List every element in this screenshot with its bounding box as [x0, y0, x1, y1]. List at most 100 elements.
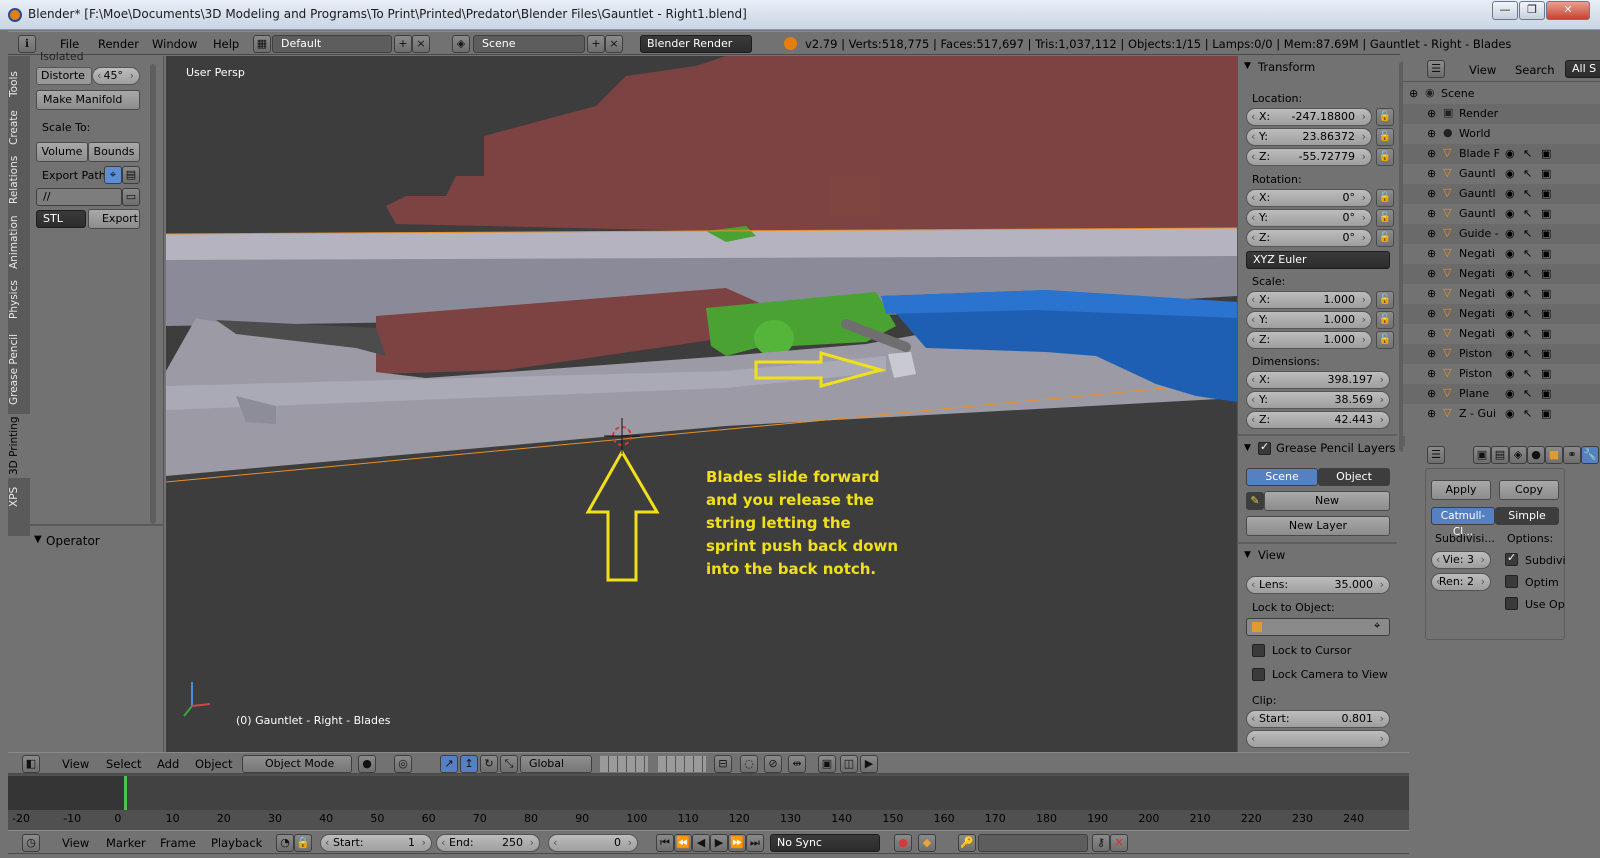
remove-scene-icon[interactable]: × — [605, 35, 623, 53]
visibility-eye-icon[interactable]: ◉ — [1505, 387, 1515, 400]
render-camera-icon[interactable]: ▣ — [1541, 187, 1551, 200]
scene-field[interactable]: Scene — [473, 35, 585, 53]
select-cursor-icon[interactable]: ↖ — [1523, 227, 1532, 240]
expand-icon[interactable]: ⊕ — [1427, 167, 1436, 180]
expand-icon[interactable]: ⊕ — [1427, 147, 1436, 160]
menu-add[interactable]: Add — [157, 757, 179, 771]
jump-start-icon[interactable]: ⏮ — [656, 834, 674, 852]
eyedropper-icon[interactable]: ⌖ — [1374, 619, 1380, 633]
tab-animation[interactable]: Animation — [8, 211, 30, 273]
outliner-row[interactable]: ⊕ ▽ Negati ◉ ↖ ▣ — [1403, 304, 1600, 324]
select-cursor-icon[interactable]: ↖ — [1523, 187, 1532, 200]
editor-type-icon[interactable]: ◷ — [22, 834, 40, 852]
expand-icon[interactable]: ⊕ — [1427, 267, 1436, 280]
menu-view[interactable]: View — [62, 836, 89, 850]
outliner-row[interactable]: ⊕ ▽ Z - Gui ◉ ↖ ▣ — [1403, 404, 1600, 424]
outliner-row[interactable]: ⊕ ▽ Negati ◉ ↖ ▣ — [1403, 284, 1600, 304]
manipulator-icon[interactable]: ↗ — [440, 755, 458, 773]
eyedropper-icon[interactable]: ⌖ — [104, 166, 122, 184]
add-scene-icon[interactable]: + — [587, 35, 605, 53]
select-cursor-icon[interactable]: ↖ — [1523, 287, 1532, 300]
apply-modifier-button[interactable]: Apply — [1431, 480, 1491, 500]
render-camera-icon[interactable]: ▣ — [1541, 307, 1551, 320]
end-frame-field[interactable]: End:250 — [436, 834, 540, 852]
transform-orientation-select[interactable]: Global — [520, 755, 592, 773]
gp-object-button[interactable]: Object — [1318, 468, 1390, 486]
lock-layers-icon[interactable]: ⊟ — [714, 755, 732, 773]
bounds-button[interactable]: Bounds — [88, 142, 140, 162]
lock-icon[interactable]: 🔓 — [1376, 189, 1394, 207]
optimal-display-checkbox[interactable] — [1505, 575, 1518, 588]
render-camera-icon[interactable]: ▣ — [1541, 327, 1551, 340]
render-camera-icon[interactable]: ▣ — [1541, 167, 1551, 180]
view-panel-header[interactable]: View — [1258, 548, 1285, 562]
select-cursor-icon[interactable]: ↖ — [1523, 167, 1532, 180]
outliner-menu-search[interactable]: Search — [1515, 63, 1555, 77]
visibility-eye-icon[interactable]: ◉ — [1505, 247, 1515, 260]
copy-modifier-button[interactable]: Copy — [1499, 480, 1559, 500]
current-frame-field[interactable]: 0 — [548, 834, 638, 852]
expand-icon[interactable]: ⊕ — [1427, 207, 1436, 220]
editor-type-icon[interactable]: ℹ — [18, 35, 36, 53]
start-frame-field[interactable]: Start:1 — [320, 834, 432, 852]
render-tab-icon[interactable]: ▣ — [1473, 446, 1491, 464]
render-camera-icon[interactable]: ▣ — [1541, 407, 1551, 420]
visibility-eye-icon[interactable]: ◉ — [1505, 227, 1515, 240]
lock-icon[interactable]: 🔓 — [1376, 331, 1394, 349]
menu-marker[interactable]: Marker — [106, 836, 146, 850]
screen-layout-icon[interactable]: ▦ — [253, 35, 271, 53]
export-format-select[interactable]: STL — [36, 210, 86, 228]
visibility-eye-icon[interactable]: ◉ — [1505, 187, 1515, 200]
expand-icon[interactable]: ⊕ — [1427, 187, 1436, 200]
select-cursor-icon[interactable]: ↖ — [1523, 387, 1532, 400]
expand-icon[interactable]: ⊕ — [1427, 407, 1436, 420]
use-opensubdiv-checkbox[interactable] — [1505, 597, 1518, 610]
outliner-editor-icon[interactable]: ☰ — [1427, 60, 1445, 78]
outliner-display-select[interactable]: All S — [1565, 60, 1600, 78]
interaction-mode-select[interactable]: Object Mode — [242, 755, 352, 773]
lock-range-icon[interactable]: 🔒 — [294, 834, 312, 852]
select-cursor-icon[interactable]: ↖ — [1523, 367, 1532, 380]
insert-keyframe-icon[interactable]: ⚷ — [1092, 834, 1110, 852]
layers-tab-icon[interactable]: ▤ — [1491, 446, 1509, 464]
select-cursor-icon[interactable]: ↖ — [1523, 267, 1532, 280]
keying-set-field[interactable] — [978, 834, 1088, 852]
pencil-icon[interactable]: ✎ — [1246, 492, 1264, 510]
outliner-row[interactable]: ⊕ ▽ Guide - ◉ ↖ ▣ — [1403, 224, 1600, 244]
outliner-row[interactable]: ⊕ ▽ Plane ◉ ↖ ▣ — [1403, 384, 1600, 404]
visibility-eye-icon[interactable]: ◉ — [1505, 307, 1515, 320]
current-frame-indicator[interactable] — [124, 776, 127, 810]
outliner-row[interactable]: ⊕ ▽ Negati ◉ ↖ ▣ — [1403, 264, 1600, 284]
delete-keyframe-icon[interactable]: ✕ — [1110, 834, 1128, 852]
next-keyframe-icon[interactable]: ⏩ — [728, 834, 746, 852]
play-reverse-icon[interactable]: ◀ — [692, 834, 710, 852]
lock-icon[interactable]: 🔓 — [1376, 128, 1394, 146]
scene-tab-icon[interactable]: ◈ — [1509, 446, 1527, 464]
expand-icon[interactable]: ⊕ — [1427, 387, 1436, 400]
scale-icon[interactable]: ⤡ — [500, 755, 518, 773]
modifiers-tab-icon[interactable]: 🔧 — [1581, 446, 1599, 464]
lens-field[interactable]: Lens:35.000 — [1246, 576, 1390, 594]
tab-create[interactable]: Create — [8, 106, 30, 150]
menu-frame[interactable]: Frame — [160, 836, 196, 850]
render-camera-icon[interactable]: ▣ — [1541, 207, 1551, 220]
snap-icon[interactable]: ⊘ — [764, 755, 782, 773]
lock-icon[interactable]: 🔓 — [1376, 108, 1394, 126]
transform-panel-header[interactable]: Transform — [1258, 60, 1315, 74]
tab-relations[interactable]: Relations — [8, 152, 30, 208]
editor-type-icon[interactable]: ◧ — [22, 755, 40, 773]
render-camera-icon[interactable]: ▣ — [1541, 387, 1551, 400]
keying-set-icon[interactable]: ◆ — [918, 834, 936, 852]
add-layout-icon[interactable]: + — [394, 35, 412, 53]
properties-editor-icon[interactable]: ☰ — [1427, 446, 1445, 464]
layer-buttons[interactable] — [658, 756, 706, 772]
proportional-edit-icon[interactable]: ◌ — [740, 755, 758, 773]
pivot-point-icon[interactable]: ◎ — [394, 755, 412, 773]
layer-buttons[interactable] — [600, 756, 648, 772]
render-camera-icon[interactable]: ▣ — [1541, 347, 1551, 360]
outliner-row[interactable]: ⊕ ▽ Piston ◉ ↖ ▣ — [1403, 364, 1600, 384]
view-levels-field[interactable]: Vie: 3 — [1431, 551, 1491, 569]
browse-folder-icon[interactable]: ▭ — [122, 188, 140, 206]
lock-icon[interactable]: 🔓 — [1376, 291, 1394, 309]
render-animation-icon[interactable]: ◫ — [840, 755, 858, 773]
